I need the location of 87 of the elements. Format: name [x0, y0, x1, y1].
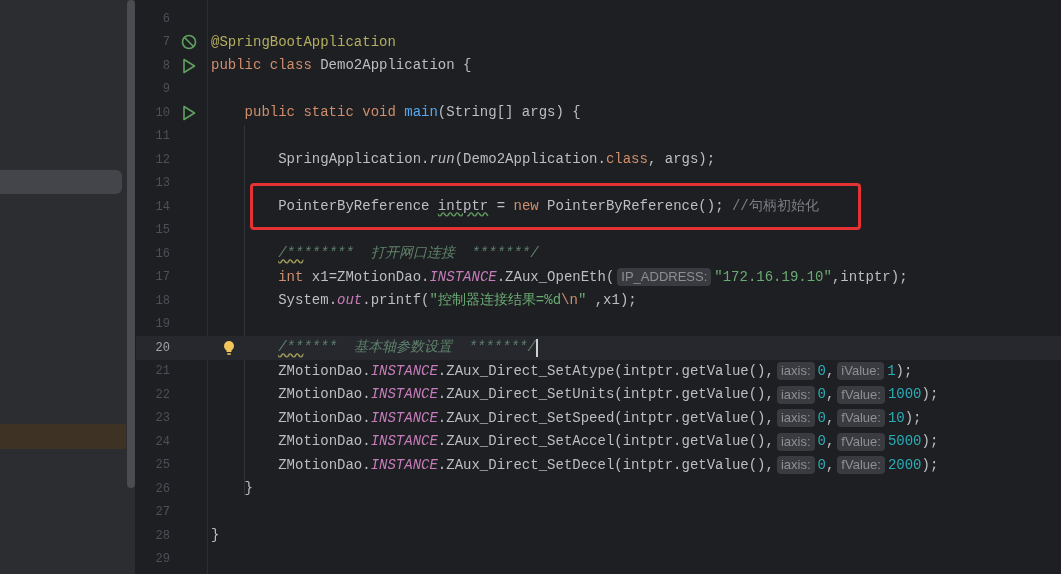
code-token: .ZAux_Direct_SetAtype(intptr.getValue(),: [437, 361, 774, 381]
parameter-hint: iValue:: [837, 362, 885, 381]
code-token: 10: [887, 408, 905, 428]
code-token: ,: [825, 361, 835, 381]
code-token: public static void: [244, 103, 397, 123]
code-token: Demo2Application {: [320, 56, 472, 76]
code-token: @SpringBootApplication: [211, 32, 396, 52]
code-token: SpringApplication.: [278, 150, 430, 170]
code-token: PointerByReference();: [546, 197, 725, 217]
code-token: INSTANCE: [429, 267, 497, 287]
code-token: ZMotionDao.: [278, 455, 371, 475]
code-token: .ZAux_OpenEth(: [496, 267, 615, 287]
parameter-hint: fValue:: [837, 409, 885, 428]
code-token: ZMotionDao.: [278, 385, 371, 405]
code-token: .ZAux_Direct_SetAccel(intptr.getValue(),: [437, 432, 774, 452]
code-token: public class: [211, 56, 313, 76]
code-token: int: [278, 267, 304, 287]
parameter-hint: iaxis:: [776, 409, 815, 428]
code-token: //句柄初始化: [731, 197, 819, 217]
code-token: 0: [817, 385, 826, 405]
code-token: "172.16.19.10": [714, 267, 832, 287]
code-token: ,: [825, 455, 835, 475]
code-token: );: [921, 385, 939, 405]
code-token: , args);: [647, 150, 716, 170]
code-token: 5000: [887, 432, 922, 452]
code-token: .ZAux_Direct_SetUnits(intptr.getValue(),: [437, 385, 774, 405]
code-token: System.: [278, 291, 338, 311]
code-token: }: [211, 526, 220, 546]
code-token: );: [921, 432, 939, 452]
code-token: INSTANCE: [370, 455, 438, 475]
code-token: 0: [817, 361, 826, 381]
code-token: ": [577, 291, 587, 311]
code-token: x1=ZMotionDao.: [310, 267, 430, 287]
run-icon[interactable]: [181, 104, 196, 121]
code-token: );: [921, 455, 939, 475]
code-token: 1: [887, 361, 896, 381]
code-token: INSTANCE: [370, 408, 438, 428]
code-token: ZMotionDao.: [278, 361, 371, 381]
parameter-hint: iaxis:: [776, 456, 815, 475]
code-token: 2000: [887, 455, 922, 475]
code-token: "控制器连接结果=%d: [429, 291, 562, 311]
code-token: new: [513, 197, 539, 217]
code-token: INSTANCE: [370, 385, 438, 405]
parameter-hint: fValue:: [837, 456, 885, 475]
code-token: main: [404, 103, 438, 123]
code-token: .ZAux_Direct_SetDecel(intptr.getValue(),: [437, 455, 774, 475]
code-token: intptr: [437, 197, 489, 217]
code-token: **** 基本轴参数设置 *******/: [303, 338, 536, 358]
code-token: INSTANCE: [370, 361, 438, 381]
code-token: (String[] args) {: [437, 103, 581, 123]
code-token: run: [429, 150, 455, 170]
parameter-hint: fValue:: [837, 385, 885, 404]
parameter-hint: iaxis:: [776, 362, 815, 381]
code-token: PointerByReference: [278, 197, 431, 217]
code-token: ****** 打开网口连接 *******/: [303, 244, 539, 264]
code-token: class: [605, 150, 648, 170]
code-token: ,: [825, 432, 835, 452]
code-token: 0: [817, 408, 826, 428]
code-token: .printf(: [362, 291, 430, 311]
code-token: /**: [278, 338, 304, 358]
code-token: =: [495, 197, 507, 217]
code-token: .ZAux_Direct_SetSpeed(intptr.getValue(),: [437, 408, 774, 428]
code-token: ZMotionDao.: [278, 432, 371, 452]
line-number: 20: [154, 339, 170, 357]
code-token: \n: [561, 291, 578, 311]
code-token: 1000: [887, 385, 922, 405]
run-icon[interactable]: [181, 57, 196, 74]
code-token: ,x1);: [593, 291, 637, 311]
code-token: }: [244, 479, 253, 499]
code-token: ZMotionDao.: [278, 408, 371, 428]
code-token: INSTANCE: [370, 432, 438, 452]
code-token: );: [904, 408, 922, 428]
parameter-hint: iaxis:: [776, 385, 815, 404]
code-token: (Demo2Application.: [454, 150, 606, 170]
parameter-hint: fValue:: [837, 432, 885, 451]
parameter-hint: IP_ADDRESS:: [617, 268, 712, 287]
lightbulb-icon[interactable]: [223, 340, 235, 357]
code-token: ,: [825, 385, 835, 405]
code-token: /**: [278, 244, 304, 264]
code-token: out: [337, 291, 363, 311]
parameter-hint: iaxis:: [776, 432, 815, 451]
code-token: ,intptr);: [831, 267, 908, 287]
code-token: ,: [825, 408, 835, 428]
code-token: 0: [817, 432, 826, 452]
code-token: 0: [817, 455, 826, 475]
scrollbar-thumb[interactable]: [126, 0, 135, 488]
code-token: );: [895, 361, 913, 381]
